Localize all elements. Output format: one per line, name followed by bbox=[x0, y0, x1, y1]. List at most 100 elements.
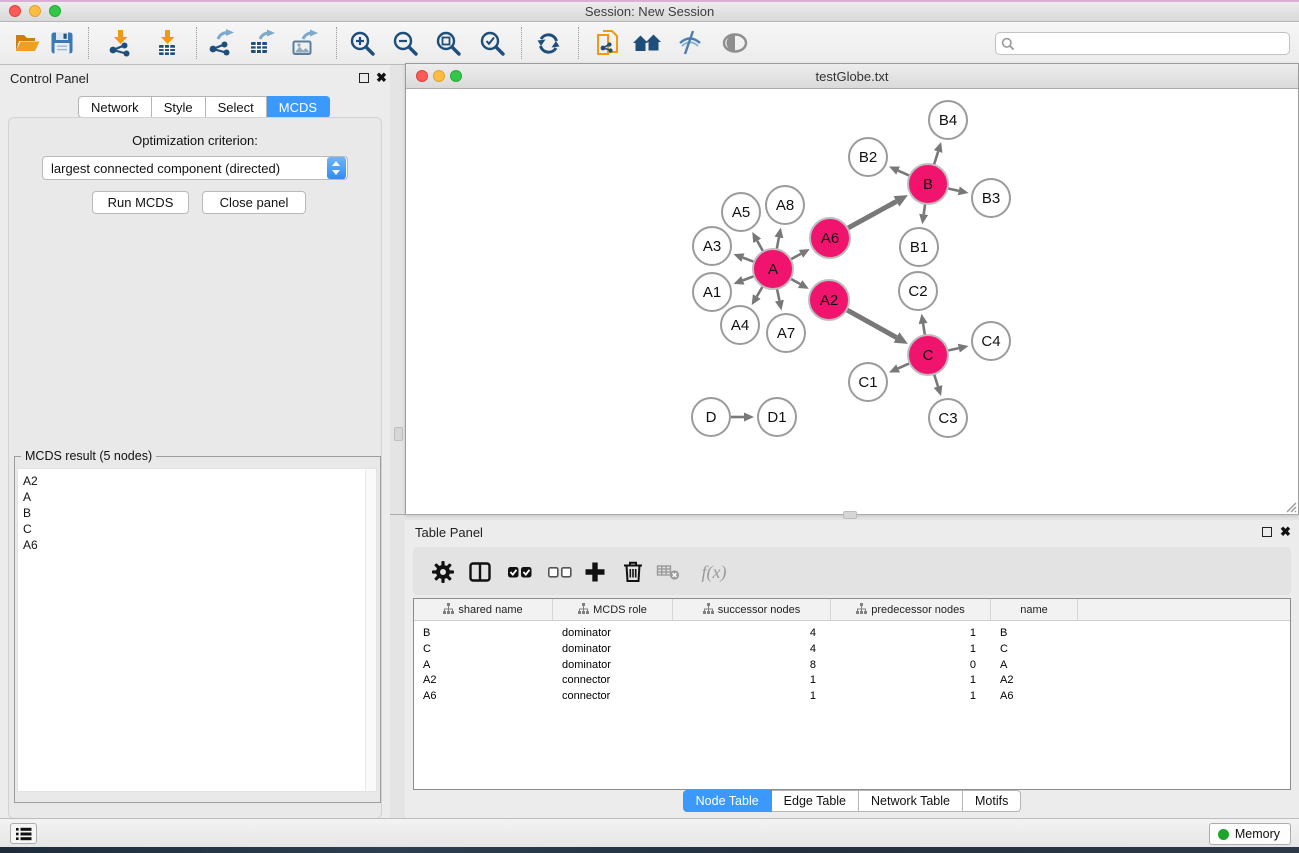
function-builder-icon[interactable]: f(x) bbox=[694, 558, 734, 586]
close-table-panel-icon[interactable]: ✖ bbox=[1280, 524, 1291, 540]
edge-A-A3[interactable] bbox=[743, 258, 754, 262]
graph-node-C4[interactable]: C4 bbox=[972, 322, 1010, 360]
node-table[interactable]: shared nameMCDS rolesuccessor nodesprede… bbox=[413, 598, 1291, 790]
column-header-predecessor-nodes[interactable]: predecessor nodes bbox=[831, 599, 991, 621]
edge-A-A4[interactable] bbox=[757, 286, 763, 296]
export-image-icon[interactable] bbox=[287, 26, 321, 60]
graph-node-C2[interactable]: C2 bbox=[899, 272, 937, 310]
window-titlebar[interactable]: Session: New Session bbox=[0, 0, 1299, 22]
graph-node-A5[interactable]: A5 bbox=[722, 193, 760, 231]
result-list-item[interactable]: C bbox=[18, 521, 376, 537]
edge-B-B3[interactable] bbox=[948, 188, 959, 191]
edge-A6-B[interactable] bbox=[848, 201, 897, 228]
network-file-icon[interactable] bbox=[591, 26, 625, 60]
tab-style[interactable]: Style bbox=[152, 96, 206, 118]
open-session-icon[interactable] bbox=[10, 26, 44, 60]
tab-motifs[interactable]: Motifs bbox=[963, 790, 1021, 812]
tab-mcds[interactable]: MCDS bbox=[267, 96, 330, 118]
delete-column-icon[interactable] bbox=[619, 558, 647, 586]
tab-network[interactable]: Network bbox=[78, 96, 152, 118]
result-scrollbar[interactable] bbox=[365, 469, 376, 791]
graph-node-A7[interactable]: A7 bbox=[767, 314, 805, 352]
result-list-item[interactable]: B bbox=[18, 505, 376, 521]
tab-edge-table[interactable]: Edge Table bbox=[772, 790, 859, 812]
export-table-icon[interactable] bbox=[244, 26, 278, 60]
add-column-icon[interactable] bbox=[581, 558, 609, 586]
edge-B-B2[interactable] bbox=[898, 171, 910, 176]
graph-node-D1[interactable]: D1 bbox=[758, 398, 796, 436]
edge-A-A5[interactable] bbox=[757, 241, 763, 252]
import-table-icon[interactable] bbox=[150, 26, 184, 60]
edge-A-A2[interactable] bbox=[790, 279, 800, 284]
save-session-icon[interactable] bbox=[45, 26, 79, 60]
edge-C-C3[interactable] bbox=[934, 374, 938, 386]
delete-table-icon[interactable] bbox=[655, 558, 683, 586]
column-header-successor-nodes[interactable]: successor nodes bbox=[673, 599, 831, 621]
edge-C-C1[interactable] bbox=[898, 363, 910, 368]
select-all-checkboxes-icon[interactable] bbox=[506, 558, 534, 586]
graph-node-A4[interactable]: A4 bbox=[721, 306, 759, 344]
close-panel-button[interactable]: Close panel bbox=[202, 191, 306, 214]
graph-node-B4[interactable]: B4 bbox=[929, 101, 967, 139]
close-panel-icon[interactable]: ✖ bbox=[376, 70, 387, 86]
result-list-item[interactable]: A6 bbox=[18, 537, 376, 553]
graph-node-A6[interactable]: A6 bbox=[810, 218, 850, 258]
vertical-splitter-handle[interactable] bbox=[394, 427, 403, 441]
resize-grip-icon[interactable] bbox=[1284, 500, 1297, 513]
memory-button[interactable]: Memory bbox=[1209, 823, 1291, 845]
graph-node-D[interactable]: D bbox=[692, 398, 730, 436]
edge-A-A1[interactable] bbox=[743, 276, 754, 280]
table-row[interactable]: Adominator80A bbox=[414, 657, 1290, 673]
export-network-icon[interactable] bbox=[203, 26, 237, 60]
zoom-out-icon[interactable] bbox=[388, 26, 422, 60]
edge-A-A8[interactable] bbox=[777, 237, 779, 249]
network-window-titlebar[interactable]: testGlobe.txt bbox=[406, 64, 1298, 89]
tab-node-table[interactable]: Node Table bbox=[683, 790, 772, 812]
home-icon[interactable] bbox=[630, 26, 664, 60]
edge-A-A7[interactable] bbox=[777, 289, 779, 301]
graph-node-C[interactable]: C bbox=[908, 335, 948, 375]
search-field[interactable] bbox=[995, 32, 1290, 55]
graph-node-B1[interactable]: B1 bbox=[900, 228, 938, 266]
graph-node-A3[interactable]: A3 bbox=[693, 227, 731, 265]
table-row[interactable]: Cdominator41C bbox=[414, 641, 1290, 657]
hide-panel-icon[interactable] bbox=[673, 26, 707, 60]
column-header-name[interactable]: name bbox=[991, 599, 1078, 621]
mcds-result-list[interactable]: A2ABCA6 bbox=[17, 468, 377, 792]
edge-C-C2[interactable] bbox=[923, 324, 925, 336]
zoom-fit-icon[interactable] bbox=[431, 26, 465, 60]
import-network-icon[interactable] bbox=[103, 26, 137, 60]
task-history-button[interactable] bbox=[10, 823, 37, 844]
graph-node-C1[interactable]: C1 bbox=[849, 363, 887, 401]
table-row[interactable]: A6connector11A6 bbox=[414, 688, 1290, 704]
graph-node-B[interactable]: B bbox=[908, 164, 948, 204]
run-mcds-button[interactable]: Run MCDS bbox=[92, 191, 189, 214]
network-graph[interactable]: B4B2BB3A8A5A6A3B1AC2A1A2A4A7C4CC1DC3D1 bbox=[406, 89, 1298, 514]
graph-node-A1[interactable]: A1 bbox=[693, 273, 731, 311]
edge-A2-C[interactable] bbox=[846, 310, 896, 338]
horizontal-splitter-handle[interactable] bbox=[843, 511, 857, 519]
table-row[interactable]: Bdominator41B bbox=[414, 625, 1290, 641]
graph-node-A2[interactable]: A2 bbox=[809, 280, 849, 320]
graph-node-A8[interactable]: A8 bbox=[766, 186, 804, 224]
show-panel-icon[interactable] bbox=[718, 26, 752, 60]
zoom-in-icon[interactable] bbox=[345, 26, 379, 60]
split-view-icon[interactable] bbox=[466, 558, 494, 586]
graph-node-C3[interactable]: C3 bbox=[929, 399, 967, 437]
edge-B-B1[interactable] bbox=[924, 204, 926, 215]
edge-B-B4[interactable] bbox=[934, 151, 938, 164]
float-table-panel-icon[interactable] bbox=[1262, 527, 1272, 537]
edge-C-C4[interactable] bbox=[948, 348, 959, 351]
tab-network-table[interactable]: Network Table bbox=[859, 790, 963, 812]
search-input[interactable] bbox=[1015, 35, 1289, 53]
column-header-MCDS-role[interactable]: MCDS role bbox=[553, 599, 673, 621]
criterion-select[interactable]: largest connected component (directed) bbox=[42, 156, 348, 180]
edge-A-A6[interactable] bbox=[791, 254, 801, 260]
zoom-selected-icon[interactable] bbox=[475, 26, 509, 60]
deselect-all-checkboxes-icon[interactable] bbox=[546, 558, 574, 586]
column-header-shared-name[interactable]: shared name bbox=[414, 599, 553, 621]
tab-select[interactable]: Select bbox=[206, 96, 267, 118]
graph-node-B3[interactable]: B3 bbox=[972, 179, 1010, 217]
refresh-icon[interactable] bbox=[531, 26, 565, 60]
graph-node-A[interactable]: A bbox=[753, 249, 793, 289]
